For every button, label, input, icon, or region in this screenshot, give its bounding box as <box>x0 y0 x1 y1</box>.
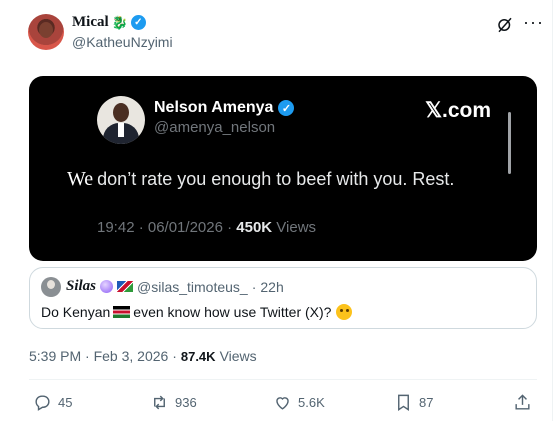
quote-header: Silas @silas_timoteus_ · 22h <box>66 278 284 295</box>
views-label: Views <box>219 348 257 364</box>
embedded-name: Nelson Amenya <box>154 99 274 116</box>
share-button[interactable] <box>513 393 532 412</box>
embedded-meta: 19:42 · 06/01/2026 · 450K Views <box>97 219 316 236</box>
like-button[interactable]: 5.6K <box>273 393 325 412</box>
share-icon <box>515 394 530 410</box>
embedded-text: We don’t rate you enough to beef with you… <box>67 168 454 191</box>
views-count: 87.4K <box>180 348 216 364</box>
verified-badge-icon: ✓ <box>278 100 295 116</box>
embedded-tweet-image[interactable]: Nelson Amenya ✓ @amenya_nelson 𝕏.com We d… <box>29 76 537 261</box>
quote-text-after: even know how use Twitter (X)? <box>133 304 332 320</box>
tweet-timestamp: 5:39 PM · Feb 3, 2026 · 87.4K Views <box>29 348 257 364</box>
like-count: 5.6K <box>298 395 325 410</box>
namibia-flag-icon <box>117 281 134 292</box>
embedded-avatar <box>97 96 145 144</box>
embedded-views-count: 450K <box>236 219 273 236</box>
heart-icon <box>276 397 289 410</box>
avatar[interactable] <box>28 14 64 50</box>
author-handle[interactable]: @KatheuNzyimi <box>72 34 173 50</box>
separator-dot: · <box>251 278 257 295</box>
embedded-handle: @amenya_nelson <box>154 119 276 136</box>
bookmark-icon <box>398 394 409 411</box>
scrollbar <box>508 112 511 174</box>
reply-icon <box>35 395 50 411</box>
x-logo: 𝕏.com <box>425 99 491 122</box>
dragon-emoji-icon: 🐉 <box>111 14 128 30</box>
quote-author-name: Silas <box>66 278 97 294</box>
quote-age: 22h <box>260 278 284 295</box>
thinking-face-icon <box>336 304 353 320</box>
quote-avatar <box>41 277 61 297</box>
tweet-card: Mical 🐉 ✓ @KatheuNzyimi ··· Nelson Ameny… <box>0 0 559 421</box>
bookmark-button[interactable]: 87 <box>394 393 433 412</box>
kenya-flag-icon <box>113 306 131 318</box>
embedded-meta-time: 19:42 · 06/01/2026 · <box>97 219 237 236</box>
repost-icon <box>154 395 165 410</box>
repost-button[interactable]: 936 <box>150 393 197 412</box>
repost-count: 936 <box>175 395 197 410</box>
crystal-ball-icon <box>100 280 114 293</box>
more-options-icon[interactable]: ··· <box>523 12 544 33</box>
divider <box>552 0 553 421</box>
embedded-text-rest: don’t rate you enough to beef with you. … <box>97 169 455 189</box>
grok-icon[interactable] <box>496 16 514 34</box>
quote-text: Do Kenyan even know how use Twitter (X)? <box>41 304 353 320</box>
bookmark-count: 87 <box>419 395 434 410</box>
reply-button[interactable]: 45 <box>33 393 72 412</box>
timestamp-time[interactable]: 5:39 PM · Feb 3, 2026 · <box>29 348 177 364</box>
quote-text-before: Do Kenyan <box>41 304 111 320</box>
author-name-row[interactable]: Mical 🐉 ✓ <box>72 14 146 31</box>
author-name[interactable]: Mical <box>72 14 109 31</box>
quote-handle: @silas_timoteus_ <box>137 278 248 295</box>
embedded-text-first-word: We <box>67 168 94 190</box>
embedded-views-label: Views <box>272 219 317 236</box>
divider <box>29 379 537 380</box>
verified-badge-icon: ✓ <box>130 15 146 30</box>
embedded-name-row: Nelson Amenya ✓ <box>154 99 295 117</box>
quoted-tweet[interactable]: Silas @silas_timoteus_ · 22h Do Kenyan e… <box>29 267 537 329</box>
reply-count: 45 <box>58 395 73 410</box>
